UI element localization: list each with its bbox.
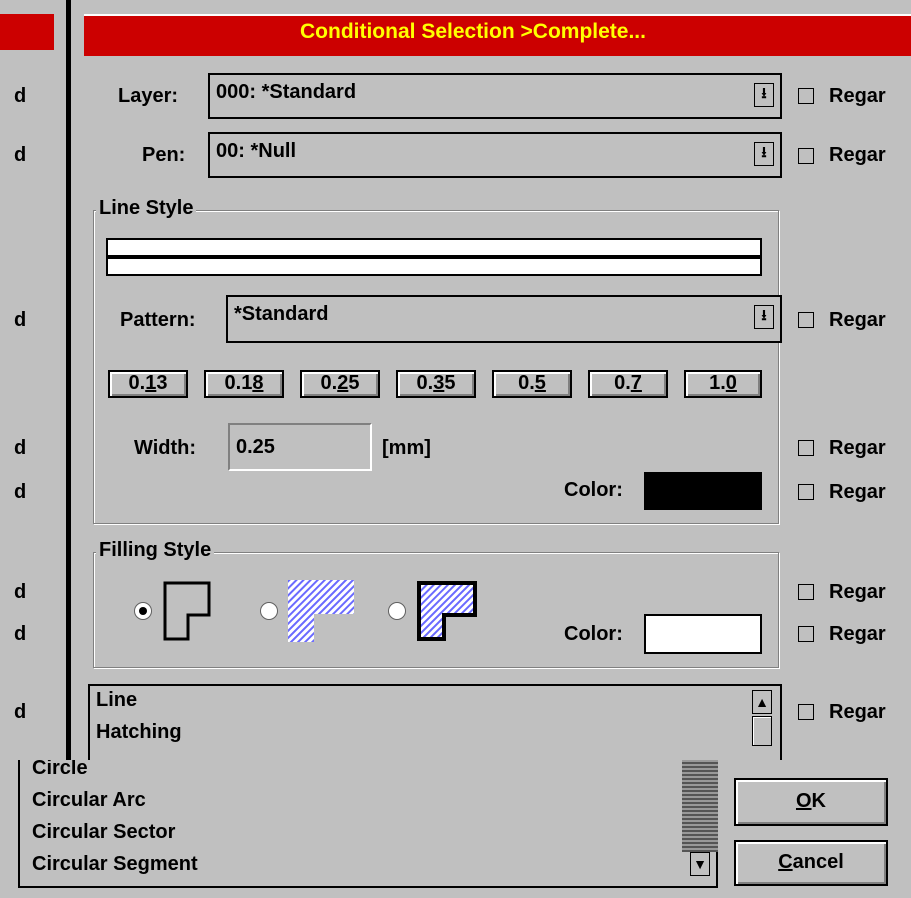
fill-color-swatch[interactable] <box>644 614 762 654</box>
layer-regard-checkbox[interactable] <box>798 88 814 104</box>
fill-option-hatched-radio[interactable] <box>260 602 278 620</box>
width-button-018[interactable]: 0.18 <box>204 370 284 398</box>
line-preview-stroke <box>108 255 760 259</box>
dropdown-arrow-icon[interactable]: ⭳ <box>754 142 774 166</box>
pen-combo[interactable]: 00: *Null ⭳ <box>208 132 782 178</box>
element-list-scroll-track[interactable] <box>682 760 718 852</box>
background-label: d <box>14 309 27 331</box>
list-item[interactable]: Circular Sector <box>32 820 175 844</box>
pattern-combo[interactable]: *Standard ⭳ <box>226 295 782 343</box>
width-label: Width: <box>134 437 197 459</box>
background-label: d <box>14 481 27 503</box>
line-color-swatch[interactable] <box>644 472 762 510</box>
layer-regard-label: Regar <box>829 85 886 107</box>
background-label: d <box>14 623 27 645</box>
ok-button[interactable]: OK <box>734 778 888 826</box>
background-window-gap <box>71 0 84 760</box>
pen-regard-checkbox[interactable] <box>798 148 814 164</box>
fill-color-regard-label: Regar <box>829 623 886 645</box>
pattern-regard-label: Regar <box>829 309 886 331</box>
type-list-scroll-up-icon[interactable]: ▲ <box>752 690 772 714</box>
pattern-regard-checkbox[interactable] <box>798 312 814 328</box>
width-button-07[interactable]: 0.7 <box>588 370 668 398</box>
width-button-035[interactable]: 0.35 <box>396 370 476 398</box>
width-unit: [mm] <box>382 437 431 459</box>
element-list-scroll-down-icon[interactable]: ▼ <box>690 852 710 876</box>
fill-hatched-outlined-shape-icon <box>417 581 477 641</box>
line-preview <box>106 238 762 276</box>
line-style-title: Line Style <box>96 196 197 220</box>
line-color-regard-label: Regar <box>829 481 886 503</box>
background-window <box>0 0 66 760</box>
layer-value: 000: *Standard <box>216 81 357 103</box>
width-button-05[interactable]: 0.5 <box>492 370 572 398</box>
width-input[interactable]: 0.25 <box>228 423 372 471</box>
pen-label: Pen: <box>142 144 186 166</box>
dropdown-arrow-icon[interactable]: ⭳ <box>754 83 774 107</box>
list-item[interactable]: Hatching <box>96 720 182 744</box>
background-window-titlebar <box>0 14 54 50</box>
layer-combo[interactable]: 000: *Standard ⭳ <box>208 73 782 119</box>
fill-outline-shape-icon <box>163 581 211 641</box>
fill-color-label: Color: <box>564 623 623 645</box>
width-regard-checkbox[interactable] <box>798 440 814 456</box>
list-item[interactable]: Circular Segment <box>32 852 198 876</box>
background-label: d <box>14 701 27 723</box>
dialog-title: Conditional Selection >Complete... <box>300 20 646 43</box>
background-label: d <box>14 85 27 107</box>
fill-regard-checkbox[interactable] <box>798 584 814 600</box>
fill-option-hatched-outlined-radio[interactable] <box>388 602 406 620</box>
fill-regard-label: Regar <box>829 581 886 603</box>
pattern-value: *Standard <box>234 303 329 325</box>
width-regard-label: Regar <box>829 437 886 459</box>
filling-style-title: Filling Style <box>96 538 215 562</box>
line-color-regard-checkbox[interactable] <box>798 484 814 500</box>
pen-regard-label: Regar <box>829 144 886 166</box>
pen-value: 00: *Null <box>216 140 297 162</box>
type-listbox[interactable]: Line Hatching <box>88 684 782 760</box>
type-regard-label: Regar <box>829 701 886 723</box>
line-color-label: Color: <box>564 479 623 501</box>
width-button-025[interactable]: 0.25 <box>300 370 380 398</box>
element-listbox[interactable]: Circle Circular Arc Circular Sector Circ… <box>18 760 718 888</box>
fill-color-regard-checkbox[interactable] <box>798 626 814 642</box>
fill-option-outline-radio[interactable] <box>134 602 152 620</box>
pattern-label: Pattern: <box>120 309 196 331</box>
list-item[interactable]: Circular Arc <box>32 788 146 812</box>
list-item[interactable]: Circle <box>32 760 88 780</box>
fill-hatched-shape-icon <box>288 580 354 642</box>
width-button-10[interactable]: 1.0 <box>684 370 762 398</box>
width-value: 0.25 <box>236 436 275 458</box>
type-list-scroll-thumb[interactable] <box>752 716 772 746</box>
type-regard-checkbox[interactable] <box>798 704 814 720</box>
cancel-button[interactable]: Cancel <box>734 840 888 886</box>
dropdown-arrow-icon[interactable]: ⭳ <box>754 305 774 329</box>
background-label: d <box>14 581 27 603</box>
layer-label: Layer: <box>118 85 179 107</box>
background-label: d <box>14 144 27 166</box>
list-item[interactable]: Line <box>96 688 137 712</box>
background-label: d <box>14 437 27 459</box>
width-button-013[interactable]: 0.13 <box>108 370 188 398</box>
